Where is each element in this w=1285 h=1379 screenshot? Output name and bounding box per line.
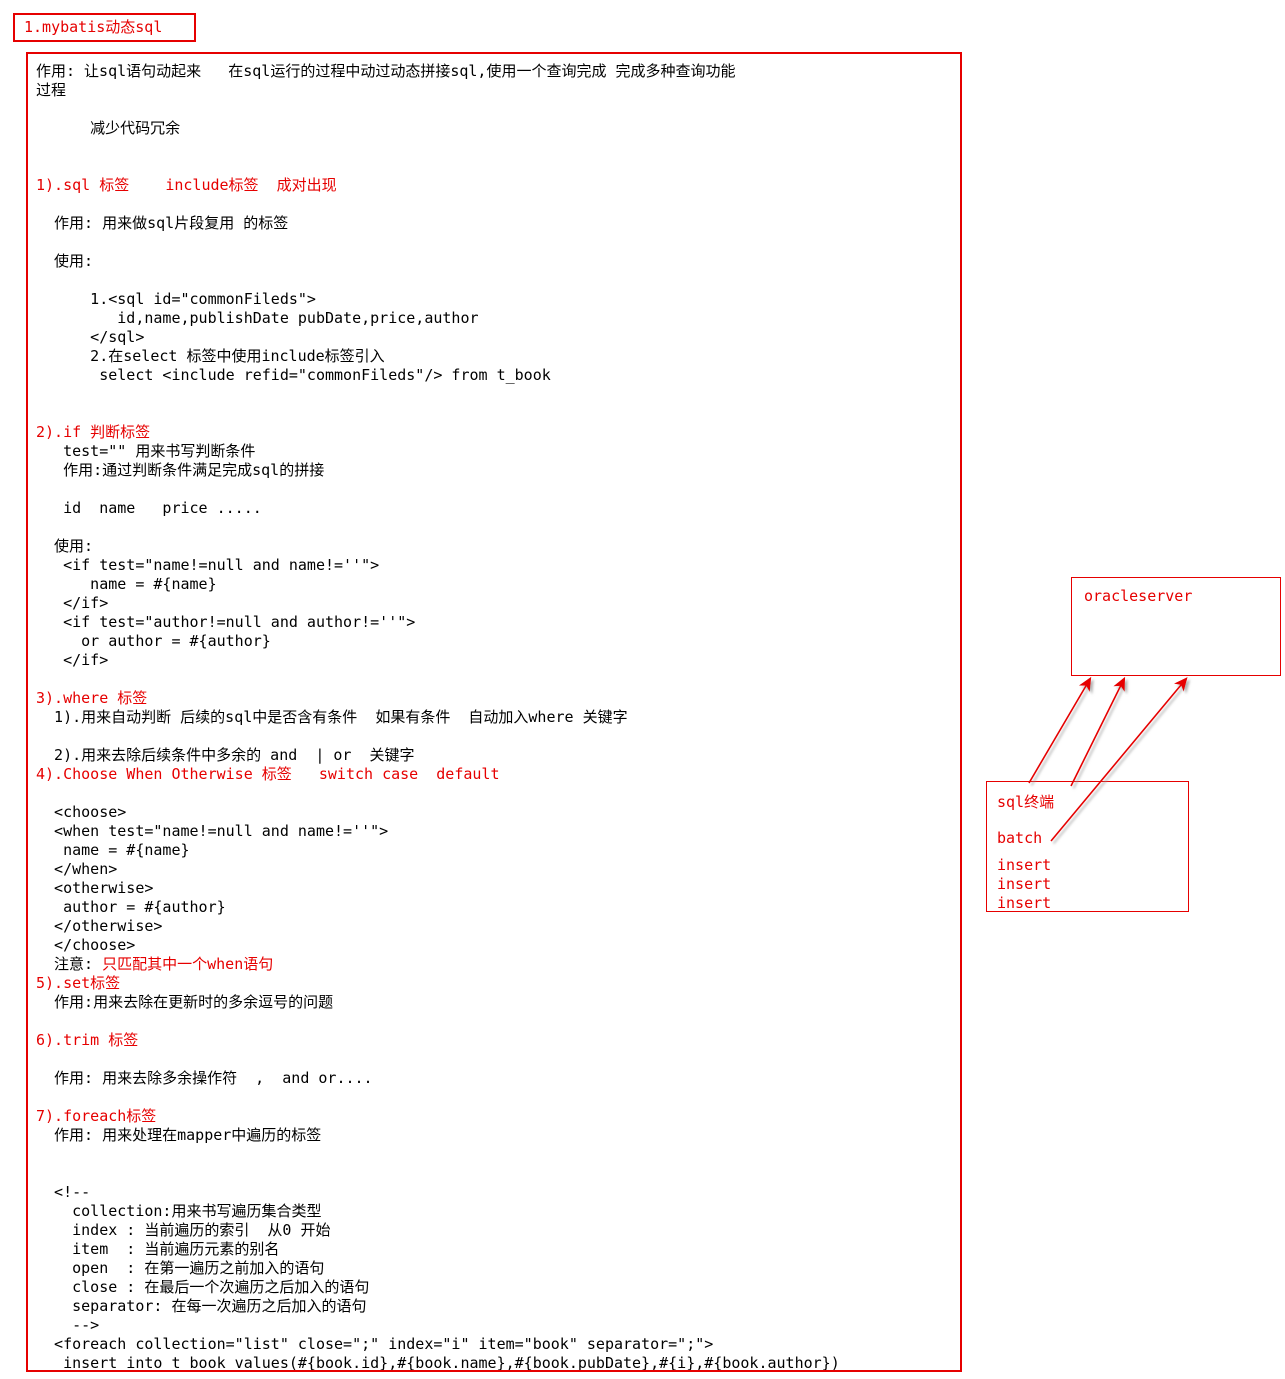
note-line: <!--: [36, 1183, 91, 1201]
note-line: [36, 1088, 958, 1107]
note-line: 注意: 只匹配其中一个when语句: [36, 955, 958, 974]
note-line: 5).set标签: [36, 974, 121, 992]
arrow-3: [1050, 677, 1188, 842]
note-line: [36, 385, 958, 404]
note-line: open : 在第一遍历之前加入的语句: [36, 1259, 325, 1277]
note-line: 使用:: [36, 537, 94, 555]
sql-terminal-label: sql终端: [997, 793, 1055, 811]
note-line: [36, 157, 958, 176]
note-line: 作用:用来去除在更新时的多余逗号的问题: [36, 993, 334, 1011]
note-line: </when>: [36, 860, 118, 878]
note-line: 作用: 让sql语句动起来 在sql运行的过程中动过动态拼接sql,使用一个查询…: [36, 62, 736, 80]
note-line: </if>: [36, 651, 109, 669]
page-title: 1.mybatis动态sql: [24, 18, 163, 36]
insert-label-3: insert: [997, 894, 1052, 912]
note-line: 作用: 用来去除多余操作符 , and or....: [36, 1069, 373, 1087]
note-line: 使用:: [36, 252, 94, 270]
insert-label-1: insert: [997, 856, 1052, 874]
note-content-box: 作用: 让sql语句动起来 在sql运行的过程中动过动态拼接sql,使用一个查询…: [26, 52, 962, 1372]
note-line: 2).用来去除后续条件中多余的 and | or 关键字: [36, 746, 415, 764]
note-line: select <include refid="commonFileds"/> f…: [36, 366, 551, 384]
note-line: 1).sql 标签 include标签 成对出现: [36, 176, 337, 194]
note-line: id,name,publishDate pubDate,price,author: [36, 309, 479, 327]
note-line: separator: 在每一次遍历之后加入的语句: [36, 1297, 367, 1315]
note-line: <foreach collection="list" close=";" ind…: [36, 1335, 714, 1353]
batch-label: batch: [997, 829, 1043, 847]
note-line: [36, 100, 958, 119]
arrow-2: [1070, 676, 1126, 787]
note-line: collection:用来书写遍历集合类型: [36, 1202, 322, 1220]
note-line: 作用: 用来做sql片段复用 的标签: [36, 214, 289, 232]
note-line: 2).if 判断标签: [36, 423, 151, 441]
insert-label-2: insert: [997, 875, 1052, 893]
note-line: 作用: 用来处理在mapper中遍历的标签: [36, 1126, 322, 1144]
note-line: 7).foreach标签: [36, 1107, 157, 1125]
note-line: </sql>: [36, 328, 145, 346]
note-line: name = #{name}: [36, 841, 190, 859]
heading-box: 1.mybatis动态sql: [13, 13, 196, 42]
note-line: close : 在最后一个次遍历之后加入的语句: [36, 1278, 370, 1296]
note-line: index : 当前遍历的索引 从0 开始: [36, 1221, 331, 1239]
note-line: insert into t_book values(#{book.id},#{b…: [36, 1354, 840, 1372]
note-line: item : 当前遍历元素的别名: [36, 1240, 280, 1258]
note-line: [36, 1145, 958, 1164]
note-line: [36, 195, 958, 214]
note-line: test="" 用来书写判断条件: [36, 442, 256, 460]
note-line: [36, 670, 958, 689]
note-line: name = #{name}: [36, 575, 217, 593]
note-line: </choose>: [36, 936, 136, 954]
note-line: id name price .....: [36, 499, 262, 517]
note-line: 1.<sql id="commonFileds">: [36, 290, 316, 308]
note-line: or author = #{author}: [36, 632, 271, 650]
note-line: <if test="author!=null and author!=''">: [36, 613, 416, 631]
note-line: 2.在select 标签中使用include标签引入: [36, 347, 385, 365]
note-line: author = #{author}: [36, 898, 226, 916]
note-line: 减少代码冗余: [36, 119, 181, 137]
note-line: 1).用来自动判断 后续的sql中是否含有条件 如果有条件 自动加入where …: [36, 708, 628, 726]
note-line: [36, 271, 958, 290]
note-line: [36, 727, 958, 746]
note-line: <when test="name!=null and name!=''">: [36, 822, 389, 840]
sql-terminal-box: sql终端 batch insert insert insert: [986, 781, 1189, 912]
oracle-server-label: oracleserver: [1084, 587, 1193, 605]
note-line: [36, 233, 958, 252]
note-line: [36, 480, 958, 499]
arrow-1: [1028, 676, 1092, 784]
note-line: [36, 1050, 958, 1069]
note-line: [36, 518, 958, 537]
note-line: <if test="name!=null and name!=''">: [36, 556, 380, 574]
note-line: 过程: [36, 81, 67, 99]
note-line: [36, 404, 958, 423]
note-line: -->: [36, 1316, 100, 1334]
oracle-server-box: oracleserver: [1071, 577, 1281, 676]
note-line: 4).Choose When Otherwise 标签 switch case …: [36, 765, 500, 783]
note-line: </otherwise>: [36, 917, 163, 935]
note-line: 作用:通过判断条件满足完成sql的拼接: [36, 461, 325, 479]
note-line: 6).trim 标签: [36, 1031, 139, 1049]
note-line: [36, 138, 958, 157]
note-line: <otherwise>: [36, 879, 154, 897]
note-line: [36, 1164, 958, 1183]
note-line: [36, 784, 958, 803]
note-line: </if>: [36, 594, 109, 612]
note-line: [36, 1012, 958, 1031]
note-line: <choose>: [36, 803, 127, 821]
note-line: 3).where 标签: [36, 689, 148, 707]
note-warning-prefix: 注意:: [36, 955, 103, 973]
note-warning-highlight: 只匹配其中一个when语句: [102, 955, 274, 973]
note-text-body: 作用: 让sql语句动起来 在sql运行的过程中动过动态拼接sql,使用一个查询…: [36, 62, 958, 1372]
